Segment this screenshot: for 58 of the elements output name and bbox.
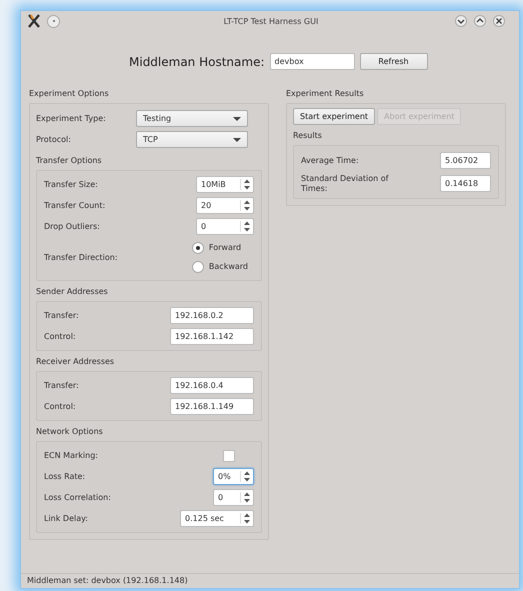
field-label: Transfer: <box>44 381 79 390</box>
close-button[interactable] <box>493 15 505 27</box>
hostname-field[interactable]: devbox <box>270 53 354 70</box>
field-label: Experiment Type: <box>36 114 106 123</box>
spin-arrows-icon <box>240 492 251 503</box>
spin-arrows-icon <box>240 513 251 524</box>
dropdown[interactable]: TCP <box>136 131 248 148</box>
dropdown-arrow-icon <box>233 138 241 142</box>
hostname-label: Middleman Hostname: <box>129 54 264 68</box>
field-label: Loss Correlation: <box>44 493 111 502</box>
refresh-button[interactable]: Refresh <box>360 53 428 70</box>
status-bar: Middleman set: devbox (192.168.1.148) <box>21 573 519 588</box>
spin-arrows-icon <box>240 221 251 232</box>
result-label: Average Time: <box>301 156 360 166</box>
spin-box[interactable]: 0% <box>213 468 254 485</box>
spin-box[interactable]: 10MiB <box>196 176 254 193</box>
address-field[interactable]: 192.168.0.2 <box>170 307 254 324</box>
result-field[interactable]: 0.14618 <box>440 175 491 192</box>
app-logo-icon <box>27 13 41 29</box>
field-label: ECN Marking: <box>44 451 98 460</box>
address-field[interactable]: 192.168.0.4 <box>170 377 254 394</box>
field-label: Loss Rate: <box>44 472 86 481</box>
address-field[interactable]: 192.168.1.142 <box>170 328 254 345</box>
radio-button[interactable]: Backward <box>192 260 248 272</box>
group-title: Receiver Addresses <box>36 356 116 368</box>
field-label: Transfer: <box>44 311 79 320</box>
group-title: Experiment Options <box>29 88 110 100</box>
checkbox[interactable] <box>223 450 235 462</box>
spin-box[interactable]: 0 <box>196 218 254 235</box>
spin-box[interactable]: 20 <box>196 197 254 214</box>
experiment-button[interactable]: Start experiment <box>293 108 376 125</box>
radio-button[interactable]: Forward <box>192 242 248 254</box>
spin-box[interactable]: 0 <box>213 489 254 506</box>
field-label: Transfer Direction: <box>44 252 118 262</box>
spin-arrows-icon <box>240 471 251 482</box>
group-title: Results <box>293 130 323 142</box>
maximize-button[interactable] <box>474 15 486 27</box>
field-label: Link Delay: <box>44 514 88 523</box>
group-title: Transfer Options <box>36 155 103 167</box>
group-title: Experiment Results <box>286 88 365 100</box>
group-title: Network Options <box>36 426 104 438</box>
field-label: Control: <box>44 332 76 341</box>
spin-box[interactable]: 0.125 sec <box>180 510 254 527</box>
group-title: Sender Addresses <box>36 286 109 298</box>
spin-arrows-icon <box>240 179 251 190</box>
field-label: Transfer Size: <box>44 180 98 189</box>
field-label: Protocol: <box>36 135 71 144</box>
address-field[interactable]: 192.168.1.149 <box>170 398 254 415</box>
result-label: Standard Deviation of Times: <box>301 174 390 194</box>
field-label: Control: <box>44 402 76 411</box>
window-title: LT-TCP Test Harness GUI <box>222 16 320 26</box>
result-field[interactable]: 5.06702 <box>440 152 491 169</box>
field-label: Drop Outliers: <box>44 222 100 231</box>
minimize-button[interactable] <box>455 15 467 27</box>
dropdown-arrow-icon <box>233 116 241 120</box>
field-label: Transfer Count: <box>44 201 106 210</box>
spin-arrows-icon <box>240 200 251 211</box>
dropdown[interactable]: Testing <box>136 110 248 127</box>
